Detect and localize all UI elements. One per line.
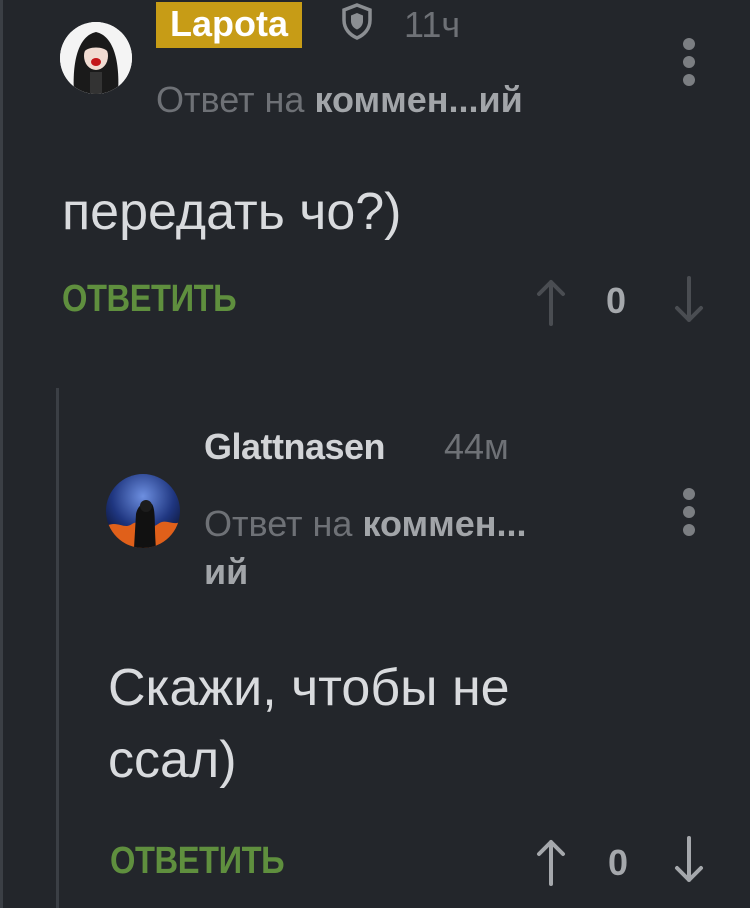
- comment-time: 44м: [444, 426, 509, 467]
- downvote-icon[interactable]: [672, 276, 706, 324]
- username[interactable]: Glattnasen: [204, 426, 386, 468]
- comment-time: 11ч: [404, 4, 461, 45]
- username: Lapota: [170, 3, 289, 44]
- upvote-icon[interactable]: [534, 278, 568, 326]
- avatar[interactable]: [60, 22, 132, 94]
- vote-count: 0: [608, 842, 629, 883]
- reply-button[interactable]: ОТВЕТИТЬ: [110, 840, 285, 883]
- more-options-icon[interactable]: [682, 38, 696, 86]
- comment-text: передать чо?): [62, 183, 402, 241]
- reply-to-line[interactable]: Ответ на коммен...ий: [156, 76, 523, 124]
- comment-text: Скажи, чтобы не ссал): [108, 652, 510, 796]
- reply-prefix: Ответ на: [156, 79, 315, 120]
- upvote-icon[interactable]: [534, 838, 568, 886]
- comment-text-line: Скажи, чтобы не: [108, 659, 510, 717]
- shield-icon: [340, 2, 374, 40]
- reply-button[interactable]: ОТВЕТИТЬ: [62, 278, 237, 321]
- reply-target: коммен...ий: [314, 79, 523, 120]
- comment-thread: Lapota 11ч Ответ на коммен...ий передать…: [0, 0, 750, 908]
- more-options-icon[interactable]: [682, 488, 696, 536]
- username-badge[interactable]: Lapota: [156, 2, 303, 48]
- reply-target: коммен...: [362, 503, 527, 544]
- avatar-image: [106, 474, 180, 548]
- vote-count: 0: [606, 280, 627, 321]
- reply-target-continued: ий: [204, 551, 249, 592]
- avatar[interactable]: [106, 474, 180, 548]
- reply-to-line[interactable]: Ответ на коммен... ий: [204, 500, 624, 596]
- comment-text-line: ссал): [108, 731, 237, 789]
- thread-line-nested: [56, 388, 59, 908]
- thread-line-outer: [0, 0, 3, 908]
- downvote-icon[interactable]: [672, 836, 706, 884]
- avatar-image: [60, 22, 132, 94]
- reply-prefix: Ответ на: [204, 503, 363, 544]
